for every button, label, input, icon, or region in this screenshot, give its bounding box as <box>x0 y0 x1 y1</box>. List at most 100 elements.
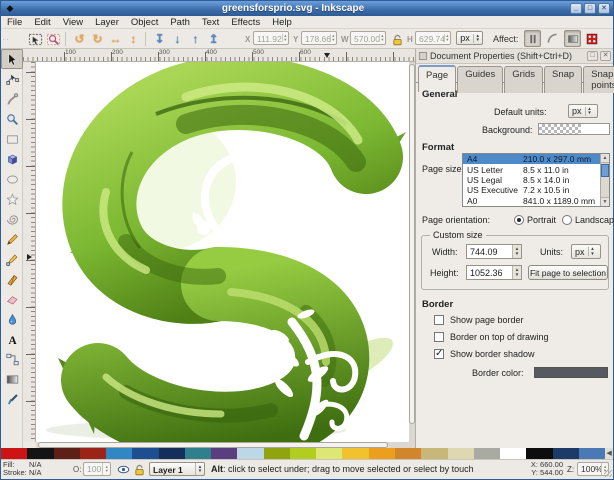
tool-spiral[interactable] <box>1 209 23 229</box>
lower-button[interactable]: ↓ <box>169 31 186 47</box>
spinner-arrows-icon[interactable]: ▲▼ <box>102 463 110 475</box>
tool-ellipse[interactable] <box>1 169 23 189</box>
tool-bezier-pen[interactable] <box>1 249 23 269</box>
scrollbar-thumb[interactable] <box>601 164 609 177</box>
palette-swatch[interactable] <box>369 448 395 459</box>
tab-guides[interactable]: Guides <box>457 66 503 93</box>
width-entry[interactable]: 744.09▲▼ <box>466 244 522 259</box>
palette-swatch[interactable] <box>80 448 106 459</box>
tool-paint-bucket[interactable] <box>1 309 23 329</box>
border-color-button[interactable] <box>534 367 608 378</box>
background-color-button[interactable] <box>538 123 610 135</box>
page-size-option[interactable]: A0841.0 x 1189.0 mm <box>463 196 609 206</box>
spinner-arrows-icon[interactable]: ▲▼ <box>512 245 521 258</box>
flip-vertical-button[interactable]: ↕ <box>125 31 142 47</box>
show-page-border-checkbox[interactable] <box>434 315 444 325</box>
tool-dropper[interactable] <box>1 389 23 409</box>
tool-selector[interactable] <box>1 49 23 69</box>
palette-swatch[interactable] <box>185 448 211 459</box>
spinner-arrows-icon[interactable]: ▲▼ <box>282 34 288 42</box>
menu-view[interactable]: View <box>57 17 89 28</box>
palette-swatch[interactable] <box>27 448 53 459</box>
panel-minimize-button[interactable]: □ <box>587 51 598 61</box>
tab-snap[interactable]: Snap <box>544 66 582 93</box>
minimize-button[interactable]: _ <box>570 3 582 14</box>
tool-connector[interactable] <box>1 349 23 369</box>
affect-stroke-toggle[interactable] <box>524 30 541 47</box>
horizontal-ruler[interactable]: 100 200 300 400 500 600 <box>23 49 415 62</box>
tool-star[interactable] <box>1 189 23 209</box>
portrait-radio[interactable] <box>514 215 524 225</box>
menu-text[interactable]: Text <box>196 17 225 28</box>
tool-text[interactable]: A <box>1 329 23 349</box>
titlebar[interactable]: ◆ greensforsprio.svg - Inkscape _ □ ✕ <box>1 1 613 16</box>
default-units-combo[interactable]: px▲▼ <box>568 104 598 118</box>
page-size-option[interactable]: A4210.0 x 297.0 mm <box>463 154 609 164</box>
show-border-shadow-checkbox[interactable] <box>434 349 444 359</box>
page-size-option[interactable]: US Legal8.5 x 14.0 in <box>463 175 609 185</box>
height-field[interactable]: 629.741▲▼ <box>415 31 451 45</box>
page-size-option[interactable]: US Letter8.5 x 11.0 in <box>463 164 609 174</box>
tool-gradient[interactable] <box>1 369 23 389</box>
panel-close-button[interactable]: ✕ <box>600 51 611 61</box>
menu-file[interactable]: File <box>1 17 28 28</box>
palette-swatch[interactable] <box>264 448 290 459</box>
raise-button[interactable]: ↑ <box>187 31 204 47</box>
affect-corners-toggle[interactable] <box>544 30 561 47</box>
height-entry[interactable]: 1052.36▲▼ <box>466 265 522 280</box>
palette-swatch[interactable] <box>395 448 421 459</box>
palette-swatch[interactable] <box>1 448 27 459</box>
landscape-radio[interactable] <box>562 215 572 225</box>
palette-swatch[interactable] <box>316 448 342 459</box>
fill-stroke-indicator[interactable]: Fill:N/A Stroke:N/A <box>3 461 42 477</box>
menu-edit[interactable]: Edit <box>28 17 56 28</box>
width-field[interactable]: 570.001▲▼ <box>350 31 386 45</box>
menu-effects[interactable]: Effects <box>225 17 266 28</box>
menu-object[interactable]: Object <box>125 17 164 28</box>
tab-snap-points[interactable]: Snap points <box>583 66 614 93</box>
panel-header[interactable]: Document Properties (Shift+Ctrl+D) □ ✕ <box>416 49 613 64</box>
lower-to-bottom-button[interactable]: ↧ <box>151 31 168 47</box>
affect-gradients-toggle[interactable] <box>564 30 581 47</box>
spinner-arrows-icon[interactable]: ▲▼ <box>512 266 521 279</box>
page-size-list[interactable]: A4210.0 x 297.0 mm US Letter8.5 x 11.0 i… <box>462 153 610 207</box>
menu-help[interactable]: Help <box>266 17 298 28</box>
layer-visibility-toggle[interactable] <box>117 463 130 476</box>
layer-lock-toggle[interactable] <box>133 463 146 476</box>
canvas-artwork-green-s[interactable] <box>36 62 409 442</box>
tool-calligraphy[interactable] <box>1 269 23 289</box>
tab-page[interactable]: Page <box>418 65 456 92</box>
tool-3dbox[interactable] <box>1 149 23 169</box>
menu-layer[interactable]: Layer <box>89 17 125 28</box>
maximize-button[interactable]: □ <box>584 3 596 14</box>
lock-ratio-button[interactable] <box>390 31 405 47</box>
affect-patterns-toggle[interactable] <box>584 31 599 47</box>
fit-page-button[interactable]: Fit page to selection <box>528 265 608 280</box>
scroll-down-icon[interactable]: ▼ <box>601 197 609 206</box>
tool-rectangle[interactable] <box>1 129 23 149</box>
palette-swatch[interactable] <box>474 448 500 459</box>
vertical-ruler[interactable] <box>23 62 36 442</box>
palette-swatch[interactable] <box>579 448 605 459</box>
tool-tweak[interactable] <box>1 89 23 109</box>
palette-swatch[interactable] <box>159 448 185 459</box>
close-button[interactable]: ✕ <box>598 3 610 14</box>
y-field[interactable]: 178.667▲▼ <box>301 31 337 45</box>
spinner-arrows-icon[interactable]: ▲▼ <box>379 34 385 42</box>
raise-to-top-button[interactable]: ↥ <box>205 31 222 47</box>
zoom-drawing-button[interactable] <box>45 31 62 47</box>
palette-swatch[interactable] <box>500 448 526 459</box>
palette-swatch[interactable] <box>54 448 80 459</box>
x-field[interactable]: 111.927▲▼ <box>253 31 289 45</box>
scroll-up-icon[interactable]: ▲ <box>601 154 609 163</box>
units-combo[interactable]: px▲▼ <box>456 31 483 45</box>
current-layer-combo[interactable]: Layer 1▲▼ <box>149 462 205 476</box>
palette-swatch[interactable] <box>342 448 368 459</box>
spinner-arrows-icon[interactable]: ▲▼ <box>444 34 450 42</box>
palette-swatch[interactable] <box>106 448 132 459</box>
palette-swatch[interactable] <box>290 448 316 459</box>
custom-units-combo[interactable]: px▲▼ <box>571 244 601 259</box>
canvas[interactable] <box>36 62 409 442</box>
palette-swatch[interactable] <box>448 448 474 459</box>
rotate-cw-button[interactable]: ↻ <box>89 31 106 47</box>
